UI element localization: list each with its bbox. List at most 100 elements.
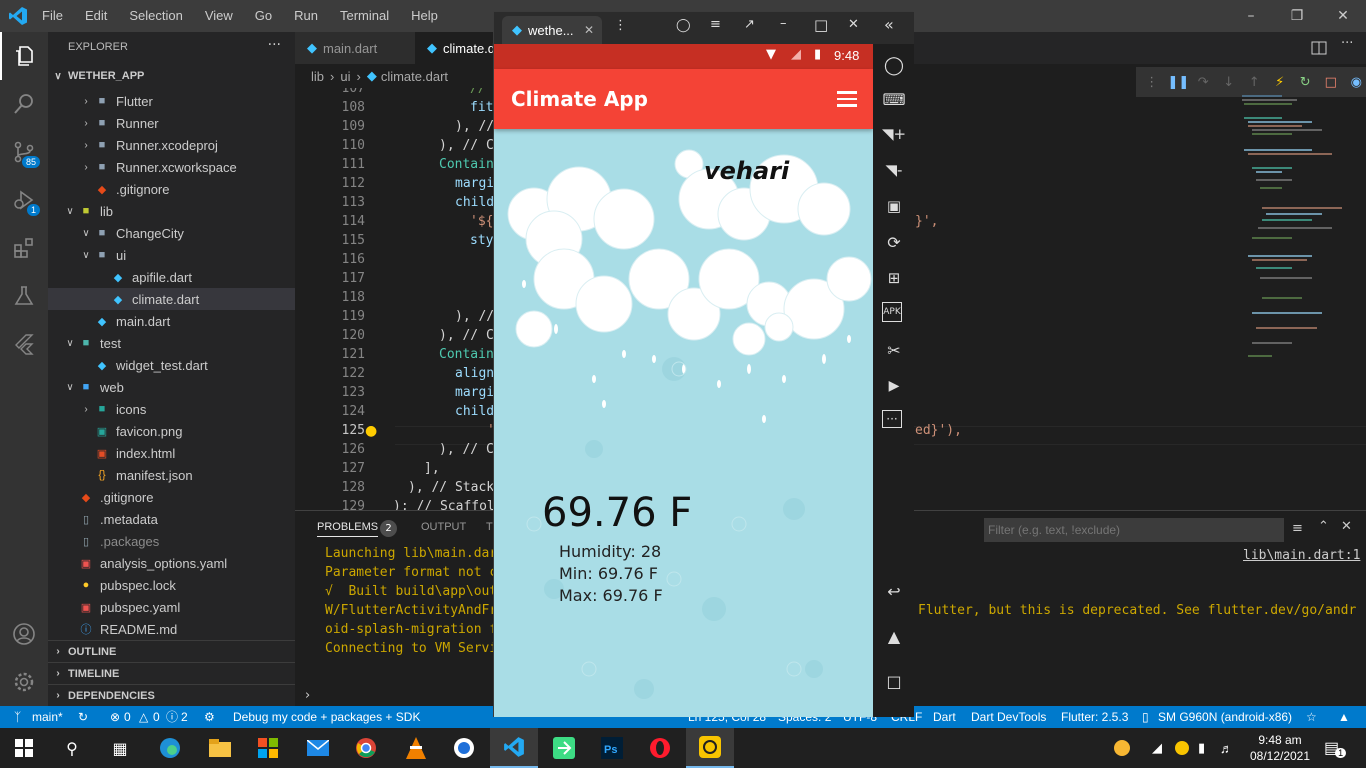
power-icon[interactable]: ◯ bbox=[882, 53, 906, 77]
more-actions-icon[interactable]: ··· bbox=[268, 37, 281, 53]
source-control-icon[interactable]: 85 bbox=[0, 128, 48, 176]
battery-tray-icon[interactable]: ▮ bbox=[1198, 728, 1205, 768]
explorer-item[interactable]: ∨ ■ lib bbox=[48, 200, 295, 222]
explorer-item[interactable]: ▣ analysis_options.yaml bbox=[48, 552, 295, 574]
scissors-icon[interactable]: ✂ bbox=[882, 338, 906, 362]
testing-flask-icon[interactable] bbox=[0, 272, 48, 320]
explorer-item[interactable]: ▯ .packages bbox=[48, 530, 295, 552]
dependencies-section[interactable]: › DEPENDENCIES bbox=[48, 684, 295, 706]
more-options-icon[interactable]: ··· bbox=[882, 410, 902, 428]
tab-climate-dart[interactable]: ◆ climate.d bbox=[415, 32, 495, 64]
split-editor-icon[interactable] bbox=[1311, 40, 1327, 56]
volume-up-icon[interactable]: ◥+ bbox=[882, 122, 906, 146]
overview-icon[interactable]: □ bbox=[882, 669, 906, 693]
back-icon[interactable]: ↩ bbox=[882, 579, 906, 603]
explorer-item[interactable]: ▣ pubspec.yaml bbox=[48, 596, 295, 618]
debug-config-label[interactable]: Debug my code + packages + SDK bbox=[233, 706, 420, 728]
language-mode[interactable]: Dart bbox=[933, 706, 956, 728]
explorer-item[interactable]: ◆ widget_test.dart bbox=[48, 354, 295, 376]
menu-help[interactable]: Help bbox=[411, 0, 449, 32]
explorer-item[interactable]: ∨ ■ web bbox=[48, 376, 295, 398]
windows-start-icon[interactable] bbox=[0, 728, 48, 768]
menu-icon[interactable]: ≡ bbox=[710, 17, 721, 32]
flutter-icon[interactable] bbox=[0, 320, 48, 368]
explorer-item[interactable]: ⓘ README.md bbox=[48, 618, 295, 640]
menu-file[interactable]: File bbox=[42, 0, 74, 32]
timeline-section[interactable]: › TIMELINE bbox=[48, 662, 295, 684]
weather-tray-icon[interactable] bbox=[1112, 728, 1132, 768]
close-panel-icon[interactable]: ✕ bbox=[1341, 519, 1352, 534]
chrome-icon[interactable] bbox=[342, 728, 390, 768]
explorer-item[interactable]: ◆ main.dart bbox=[48, 310, 295, 332]
workspace-root[interactable]: ∨ WETHER_APP bbox=[48, 65, 295, 87]
maximize-panel-icon[interactable]: ⌃ bbox=[1318, 519, 1329, 534]
explorer-item[interactable]: ▯ .metadata bbox=[48, 508, 295, 530]
opera-icon[interactable] bbox=[636, 728, 684, 768]
tray-app-icon[interactable] bbox=[1174, 728, 1190, 768]
explorer-item[interactable]: {} manifest.json bbox=[48, 464, 295, 486]
explorer-item[interactable]: ◆ .gitignore bbox=[48, 486, 295, 508]
lightbulb-icon[interactable]: ● bbox=[365, 423, 377, 439]
warning-count[interactable]: 0 bbox=[153, 706, 160, 728]
explorer-item[interactable]: › ■ Runner.xcodeproj bbox=[48, 134, 295, 156]
apk-install-icon[interactable]: APK bbox=[882, 302, 902, 322]
error-count[interactable]: 0 bbox=[124, 706, 131, 728]
explorer-item[interactable]: › ■ Runner.xcworkspace bbox=[48, 156, 295, 178]
outline-section[interactable]: › OUTLINE bbox=[48, 640, 295, 662]
volume-icon[interactable]: ♬ bbox=[1220, 728, 1233, 768]
explorer-item[interactable]: › ■ Flutter bbox=[48, 90, 295, 112]
close-icon[interactable]: ✕ bbox=[1320, 0, 1366, 32]
explorer-item[interactable]: ▣ favicon.png bbox=[48, 420, 295, 442]
clock[interactable]: 9:48 am 08/12/2021 bbox=[1250, 728, 1310, 768]
info-count[interactable]: 2 bbox=[181, 706, 188, 728]
tab-terminal[interactable]: T bbox=[486, 521, 493, 533]
minimize-icon[interactable]: – bbox=[1228, 0, 1274, 32]
keyboard-icon[interactable]: ⌨ bbox=[882, 87, 906, 111]
step-over-icon[interactable]: ↷ bbox=[1194, 75, 1214, 90]
run-debug-icon[interactable]: 1 bbox=[0, 176, 48, 224]
close-tab-icon[interactable]: ✕ bbox=[584, 23, 594, 37]
add-window-icon[interactable]: ⊞ bbox=[882, 266, 906, 290]
menu-selection[interactable]: Selection bbox=[129, 0, 193, 32]
problems-filter-input[interactable] bbox=[984, 518, 1284, 542]
taskbar-search-icon[interactable]: ⚲ bbox=[48, 728, 96, 768]
more-vert-icon[interactable]: ⋮ bbox=[614, 18, 627, 33]
app-icon[interactable] bbox=[440, 728, 488, 768]
open-external-icon[interactable]: ↗ bbox=[744, 17, 755, 32]
extensions-icon[interactable] bbox=[0, 224, 48, 272]
explorer-item[interactable]: ∨ ■ ui bbox=[48, 244, 295, 266]
collapse-panel-icon[interactable]: « bbox=[884, 15, 894, 34]
menu-run[interactable]: Run bbox=[294, 0, 329, 32]
tab-problems[interactable]: PROBLEMS bbox=[317, 521, 379, 537]
restore-icon[interactable]: ❐ bbox=[1274, 0, 1320, 32]
tab-output[interactable]: OUTPUT bbox=[421, 521, 466, 533]
task-view-icon[interactable]: ▦ bbox=[96, 728, 144, 768]
photoshop-icon[interactable]: Ps bbox=[588, 728, 636, 768]
breadcrumb-file[interactable]: climate.dart bbox=[381, 69, 448, 84]
drag-handle-icon[interactable]: ⋮ bbox=[1142, 75, 1162, 90]
rotate-icon[interactable]: ⟳ bbox=[882, 230, 906, 254]
explorer-item[interactable]: › ■ Runner bbox=[48, 112, 295, 134]
explorer-item[interactable]: ◆ .gitignore bbox=[48, 178, 295, 200]
maximize-icon[interactable]: □ bbox=[814, 16, 828, 34]
vlc-icon[interactable] bbox=[392, 728, 440, 768]
edge-browser-icon[interactable] bbox=[146, 728, 194, 768]
network-icon[interactable]: ◢ bbox=[1152, 728, 1162, 768]
screen-record-icon[interactable]: ▶ bbox=[882, 374, 906, 398]
minimap[interactable] bbox=[1222, 88, 1352, 378]
device-selector[interactable]: SM G960N (android-x86) bbox=[1158, 706, 1292, 728]
store-icon[interactable] bbox=[244, 728, 292, 768]
close-icon[interactable]: ✕ bbox=[848, 17, 859, 32]
source-link[interactable]: lib\main.dart:1 bbox=[1243, 548, 1360, 563]
account-circle-icon[interactable]: ◯ bbox=[676, 18, 691, 33]
mail-icon[interactable] bbox=[294, 728, 342, 768]
branch-label[interactable]: main* bbox=[32, 706, 63, 728]
explorer-item[interactable]: ▣ index.html bbox=[48, 442, 295, 464]
breadcrumb-lib[interactable]: lib bbox=[311, 69, 324, 84]
explorer-item[interactable]: ◆ apifile.dart bbox=[48, 266, 295, 288]
explorer-item[interactable]: ● pubspec.lock bbox=[48, 574, 295, 596]
home-icon[interactable]: ▲ bbox=[882, 624, 906, 648]
menu-terminal[interactable]: Terminal bbox=[340, 0, 400, 32]
breadcrumb-ui[interactable]: ui bbox=[340, 69, 350, 84]
account-icon[interactable] bbox=[0, 610, 48, 658]
